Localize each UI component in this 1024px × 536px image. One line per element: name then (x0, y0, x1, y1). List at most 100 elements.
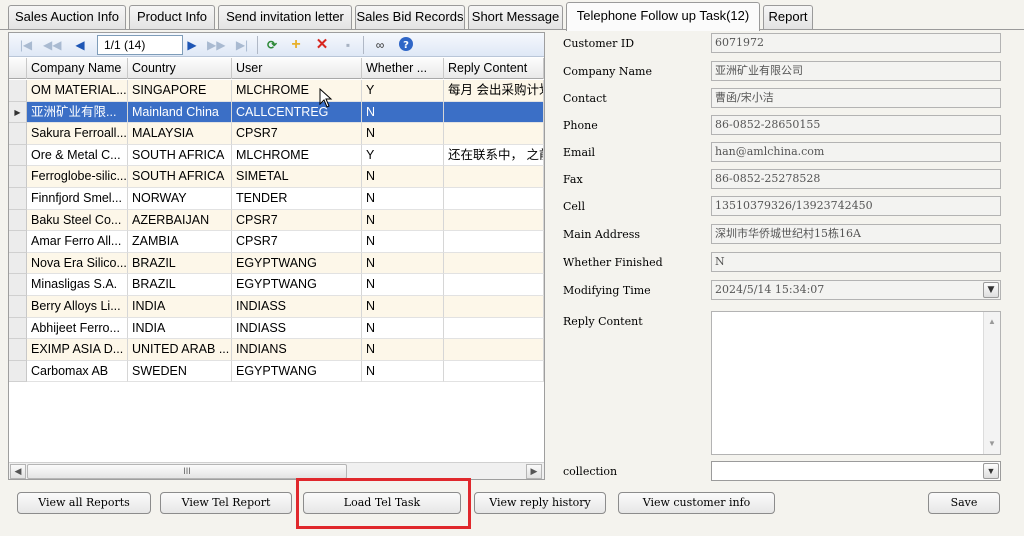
cell-user[interactable]: TENDER (232, 188, 362, 210)
row-header[interactable] (9, 360, 27, 383)
row-header[interactable] (9, 80, 27, 102)
email-field[interactable]: han@amlchina.com (711, 142, 1001, 162)
table-row[interactable]: OM MATERIAL... SINGAPORE MLCHROME Y 每月 会出采购计… (9, 80, 544, 102)
cell-reply-content[interactable] (444, 166, 544, 188)
cell-company-name[interactable]: Baku Steel Co... (27, 209, 128, 232)
cell-company-name[interactable]: Nova Era Silico... (27, 252, 128, 275)
table-row[interactable]: Carbomax AB SWEDEN EGYPTWANG N (9, 360, 544, 383)
cell-country[interactable]: BRAZIL (128, 252, 232, 275)
cell-reply-content[interactable] (444, 209, 544, 232)
cell-whether[interactable]: N (362, 252, 444, 275)
row-header[interactable] (9, 252, 27, 275)
cell-country[interactable]: SOUTH AFRICA (128, 144, 232, 167)
modifying-time-field[interactable]: 2024/5/14 15:34:07 ▼ (711, 280, 1001, 300)
row-header[interactable]: ▶ (9, 101, 27, 124)
cell-company-name[interactable]: Amar Ferro All... (27, 231, 128, 253)
tab-telephone-follow-up-task[interactable]: Telephone Follow up Task(12) (566, 2, 760, 31)
cell-user[interactable]: EGYPTWANG (232, 274, 362, 296)
main-address-field[interactable]: 深圳市华侨城世纪村15栋16A (711, 224, 1001, 244)
table-row[interactable]: Berry Alloys Li... INDIA INDIASS N (9, 296, 544, 318)
next-page-icon[interactable]: ▶▶ (207, 36, 225, 54)
view-customer-info-button[interactable]: View customer info (618, 492, 775, 514)
page-indicator[interactable]: 1/1 (14) (97, 35, 183, 55)
cell-user[interactable]: EGYPTWANG (232, 252, 362, 275)
cell-user[interactable]: MLCHROME (232, 144, 362, 167)
table-row[interactable]: EXIMP ASIA D... UNITED ARAB ... INDIANS N (9, 339, 544, 361)
cell-company-name[interactable]: Carbomax AB (27, 360, 128, 383)
row-header[interactable] (9, 166, 27, 188)
cell-country[interactable]: INDIA (128, 296, 232, 318)
cell-user[interactable]: INDIANS (232, 339, 362, 361)
table-row[interactable]: Finnfjord Smel... NORWAY TENDER N (9, 188, 544, 210)
cell-reply-content[interactable] (444, 123, 544, 145)
row-header[interactable] (9, 274, 27, 296)
reply-content-textarea[interactable] (711, 311, 1001, 455)
cell-user[interactable]: SIMETAL (232, 166, 362, 188)
cell-company-name[interactable]: Abhijeet Ferro... (27, 317, 128, 340)
scroll-down-icon[interactable]: ▼ (984, 436, 1000, 452)
column-header-reply-content[interactable]: Reply Content (444, 58, 544, 79)
table-row[interactable]: Ferroglobe-silic... SOUTH AFRICA SIMETAL N (9, 166, 544, 188)
cell-whether[interactable]: N (362, 188, 444, 210)
cell-country[interactable]: INDIA (128, 317, 232, 340)
cell-whether[interactable]: N (362, 317, 444, 340)
collection-select[interactable]: ▼ (711, 461, 1001, 481)
table-row[interactable]: Amar Ferro All... ZAMBIA CPSR7 N (9, 231, 544, 253)
view-reply-history-button[interactable]: View reply history (474, 492, 606, 514)
table-row[interactable]: Abhijeet Ferro... INDIA INDIASS N (9, 317, 544, 340)
cell-reply-content[interactable] (444, 339, 544, 361)
scroll-thumb[interactable]: III (27, 464, 347, 479)
cell-whether[interactable]: N (362, 231, 444, 253)
help-icon[interactable]: ? (397, 36, 415, 54)
row-header[interactable] (9, 123, 27, 145)
tab-sales-auction-info[interactable]: Sales Auction Info (8, 5, 126, 29)
cell-user[interactable]: CPSR7 (232, 123, 362, 145)
cell-country[interactable]: SWEDEN (128, 360, 232, 383)
refresh-icon[interactable]: ⟳ (263, 36, 281, 54)
tab-report[interactable]: Report (763, 5, 813, 29)
cell-reply-content[interactable]: 还在联系中， 之前 (444, 144, 544, 167)
delete-icon[interactable]: ✕ (313, 36, 331, 54)
cell-country[interactable]: UNITED ARAB ... (128, 339, 232, 361)
horizontal-scrollbar[interactable]: ◀ III ▶ (9, 462, 544, 479)
contact-field[interactable]: 曹函/宋小洁 (711, 88, 1001, 108)
customer-id-field[interactable]: 6071972 (711, 33, 1001, 53)
cell-user[interactable]: INDIASS (232, 296, 362, 318)
chevron-down-icon[interactable]: ▼ (983, 282, 999, 298)
cell-reply-content[interactable] (444, 296, 544, 318)
table-row[interactable]: Baku Steel Co... AZERBAIJAN CPSR7 N (9, 209, 544, 232)
scroll-right-icon[interactable]: ▶ (526, 464, 542, 479)
whether-finished-field[interactable]: N (711, 252, 1001, 272)
cell-reply-content[interactable] (444, 188, 544, 210)
row-header[interactable] (9, 231, 27, 253)
cell-company-name[interactable]: 亚洲矿业有限... (27, 101, 128, 124)
add-icon[interactable]: + (287, 36, 305, 54)
row-header[interactable] (9, 339, 27, 361)
cell-user[interactable]: CPSR7 (232, 231, 362, 253)
cell-whether[interactable]: N (362, 166, 444, 188)
column-header-country[interactable]: Country (128, 58, 232, 79)
tab-short-message[interactable]: Short Message (468, 5, 563, 29)
reply-content-scrollbar[interactable]: ▲ ▼ (983, 312, 1000, 454)
cell-user[interactable]: INDIASS (232, 317, 362, 340)
cell-company-name[interactable]: OM MATERIAL... (27, 80, 128, 102)
phone-field[interactable]: 86-0852-28650155 (711, 115, 1001, 135)
first-page-icon[interactable]: |◀ (17, 36, 35, 54)
last-page-icon[interactable]: ▶| (233, 36, 251, 54)
cell-user[interactable]: CALLCENTREG (232, 101, 362, 124)
cell-field[interactable]: 13510379326/13923742450 (711, 196, 1001, 216)
cell-user[interactable]: CPSR7 (232, 209, 362, 232)
row-header[interactable] (9, 144, 27, 167)
cell-user[interactable]: EGYPTWANG (232, 360, 362, 383)
chevron-down-icon[interactable]: ▼ (983, 463, 999, 479)
cell-country[interactable]: Mainland China (128, 101, 232, 124)
cell-reply-content[interactable] (444, 231, 544, 253)
cell-company-name[interactable]: Sakura Ferroall... (27, 123, 128, 145)
cell-whether[interactable]: N (362, 339, 444, 361)
view-tel-report-button[interactable]: View Tel Report (160, 492, 292, 514)
table-row[interactable]: Sakura Ferroall... MALAYSIA CPSR7 N (9, 123, 544, 145)
view-all-reports-button[interactable]: View all Reports (17, 492, 151, 514)
cell-country[interactable]: BRAZIL (128, 274, 232, 296)
cell-reply-content[interactable] (444, 252, 544, 275)
company-name-field[interactable]: 亚洲矿业有限公司 (711, 61, 1001, 81)
